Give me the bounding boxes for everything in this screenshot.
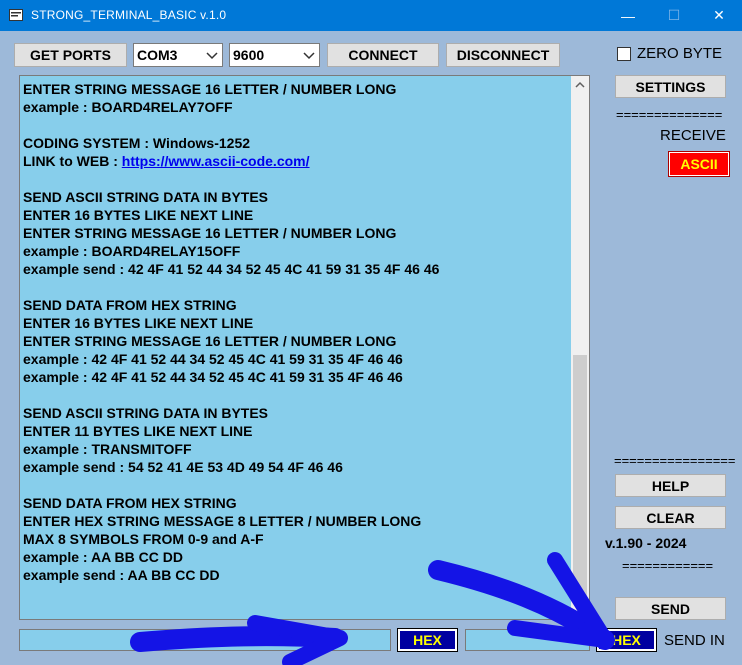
get-ports-button[interactable]: GET PORTS <box>14 43 127 67</box>
terminal-line: CODING SYSTEM : Windows-1252 <box>23 134 250 152</box>
zero-byte-checkbox[interactable] <box>617 47 631 61</box>
terminal-line-text: ENTER 16 BYTES LIKE NEXT LINE <box>23 207 254 223</box>
chevron-down-icon <box>303 52 315 60</box>
terminal-line-text: example send : AA BB CC DD <box>23 567 220 583</box>
terminal-line-text: example : AA BB CC DD <box>23 549 183 565</box>
terminal-line-text: example : BOARD4RELAY7OFF <box>23 99 233 115</box>
version-label: v.1.90 - 2024 <box>605 535 687 551</box>
web-link[interactable]: https://www.ascii-code.com/ <box>122 153 310 169</box>
minimize-icon: — <box>621 7 635 24</box>
terminal-line-text: LINK to WEB : <box>23 153 122 169</box>
terminal-line-text: ENTER HEX STRING MESSAGE 8 LETTER / NUMB… <box>23 513 422 529</box>
clear-button[interactable]: CLEAR <box>615 506 726 529</box>
terminal-line-text: ENTER STRING MESSAGE 16 LETTER / NUMBER … <box>23 333 397 349</box>
port-select-value: COM3 <box>137 47 178 63</box>
terminal-line: MAX 8 SYMBOLS FROM 0-9 and A-F <box>23 530 264 548</box>
terminal-line-text: ENTER STRING MESSAGE 16 LETTER / NUMBER … <box>23 81 397 97</box>
baud-select[interactable]: 9600 <box>229 43 320 67</box>
terminal-line: example send : 54 52 41 4E 53 4D 49 54 4… <box>23 458 343 476</box>
terminal-line-text: ENTER 16 BYTES LIKE NEXT LINE <box>23 315 254 331</box>
title-bar: STRONG_TERMINAL_BASIC v.1.0 — ☐ ✕ <box>0 0 742 31</box>
terminal-line-text: example : TRANSMITOFF <box>23 441 192 457</box>
terminal-line: ENTER 16 BYTES LIKE NEXT LINE <box>23 206 253 224</box>
terminal-line: example : BOARD4RELAY15OFF <box>23 242 240 260</box>
terminal-line: ENTER STRING MESSAGE 16 LETTER / NUMBER … <box>23 332 396 350</box>
terminal-line: SEND ASCII STRING DATA IN BYTES <box>23 188 268 206</box>
terminal-line: SEND DATA FROM HEX STRING <box>23 494 237 512</box>
terminal-output[interactable]: ENTER STRING MESSAGE 16 LETTER / NUMBER … <box>19 75 590 620</box>
terminal-line: ENTER STRING MESSAGE 16 LETTER / NUMBER … <box>23 80 396 98</box>
terminal-line: example : TRANSMITOFF <box>23 440 192 458</box>
send-in-label: SEND IN <box>664 632 725 649</box>
terminal-line-text: example : 42 4F 41 52 44 34 52 45 4C 41 … <box>23 351 403 367</box>
settings-button[interactable]: SETTINGS <box>615 75 726 98</box>
terminal-line-text: CODING SYSTEM : Windows-1252 <box>23 135 251 151</box>
minimize-button[interactable]: — <box>605 0 651 31</box>
send-button[interactable]: SEND <box>615 597 726 620</box>
separator: ============ <box>622 558 714 573</box>
help-button[interactable]: HELP <box>615 474 726 497</box>
terminal-line: example send : AA BB CC DD <box>23 566 220 584</box>
separator: ============== <box>616 107 723 122</box>
terminal-line: ENTER 11 BYTES LIKE NEXT LINE <box>23 422 253 440</box>
receive-label: RECEIVE <box>660 127 726 144</box>
terminal-line: ENTER 16 BYTES LIKE NEXT LINE <box>23 314 253 332</box>
terminal-line-text: SEND DATA FROM HEX STRING <box>23 495 237 511</box>
close-button[interactable]: ✕ <box>696 0 742 31</box>
receive-mode-ascii-toggle[interactable]: ASCII <box>668 151 730 177</box>
window-title: STRONG_TERMINAL_BASIC v.1.0 <box>31 8 227 22</box>
terminal-line: example : 42 4F 41 52 44 34 52 45 4C 41 … <box>23 350 403 368</box>
terminal-line: LINK to WEB : https://www.ascii-code.com… <box>23 152 310 170</box>
terminal-line: SEND DATA FROM HEX STRING <box>23 296 237 314</box>
terminal-line: SEND ASCII STRING DATA IN BYTES <box>23 404 268 422</box>
terminal-line-text: example send : 42 4F 41 52 44 34 52 45 4… <box>23 261 440 277</box>
terminal-line: example send : 42 4F 41 52 44 34 52 45 4… <box>23 260 439 278</box>
connect-button[interactable]: CONNECT <box>327 43 439 67</box>
maximize-button[interactable]: ☐ <box>651 0 697 31</box>
send-input-field[interactable] <box>19 629 391 651</box>
terminal-line: example : AA BB CC DD <box>23 548 183 566</box>
terminal-line-text: SEND ASCII STRING DATA IN BYTES <box>23 405 269 421</box>
port-select[interactable]: COM3 <box>133 43 223 67</box>
maximize-icon: ☐ <box>667 7 681 23</box>
scroll-up-icon[interactable] <box>575 81 585 89</box>
terminal-line: example : 42 4F 41 52 44 34 52 45 4C 41 … <box>23 368 403 386</box>
chevron-down-icon <box>206 52 218 60</box>
terminal-line-text: example send : 54 52 41 4E 53 4D 49 54 4… <box>23 459 343 475</box>
secondary-input-field[interactable] <box>465 629 590 651</box>
close-icon: ✕ <box>713 7 725 23</box>
terminal-line: ENTER HEX STRING MESSAGE 8 LETTER / NUMB… <box>23 512 421 530</box>
terminal-line-text: example : 42 4F 41 52 44 34 52 45 4C 41 … <box>23 369 403 385</box>
hex-toggle-1[interactable]: HEX <box>397 628 458 652</box>
zero-byte-label: ZERO BYTE <box>637 45 723 62</box>
baud-select-value: 9600 <box>233 47 265 63</box>
terminal-line: ENTER STRING MESSAGE 16 LETTER / NUMBER … <box>23 224 396 242</box>
separator: ================ <box>614 453 736 468</box>
terminal-line-text: SEND DATA FROM HEX STRING <box>23 297 237 313</box>
disconnect-button[interactable]: DISCONNECT <box>446 43 560 67</box>
terminal-line-text: MAX 8 SYMBOLS FROM 0-9 and A-F <box>23 531 264 547</box>
terminal-line-text: example : BOARD4RELAY15OFF <box>23 243 241 259</box>
app-icon <box>9 9 23 21</box>
terminal-line-text: ENTER STRING MESSAGE 16 LETTER / NUMBER … <box>23 225 397 241</box>
terminal-line: example : BOARD4RELAY7OFF <box>23 98 233 116</box>
scrollbar-thumb[interactable] <box>573 355 587 601</box>
terminal-line-text: SEND ASCII STRING DATA IN BYTES <box>23 189 269 205</box>
terminal-line-text: ENTER 11 BYTES LIKE NEXT LINE <box>23 423 253 439</box>
hex-toggle-2[interactable]: HEX <box>596 628 657 652</box>
